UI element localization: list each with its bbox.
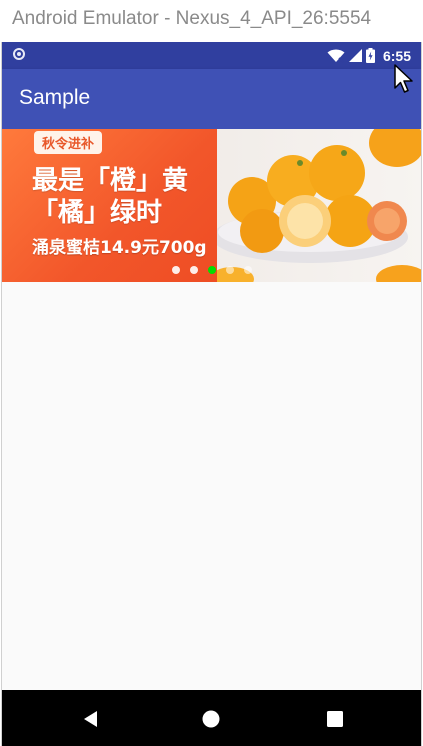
back-icon[interactable] (80, 708, 102, 730)
home-icon[interactable] (200, 708, 222, 730)
mouse-cursor-icon (394, 64, 413, 93)
oranges-bowl-image (210, 129, 421, 282)
status-bar: 6:55 (2, 42, 421, 69)
banner-headline: 最是「橙」黄「橘」绿时 (32, 166, 189, 228)
emulator-title-bar[interactable]: Android Emulator - Nexus_4_API_26:5554 (0, 0, 423, 42)
content-area (2, 282, 421, 690)
carousel-dot[interactable] (226, 266, 234, 274)
banner-price-text: 涌泉蜜桔14.9元700g (32, 238, 207, 258)
carousel-indicator (172, 266, 252, 274)
wifi-icon (327, 49, 345, 63)
system-navigation-bar (2, 690, 421, 746)
carousel-dot[interactable] (172, 266, 180, 274)
banner-product-area (202, 129, 421, 282)
emulator-window: Android Emulator - Nexus_4_API_26:5554 6… (0, 0, 423, 746)
window-title: Android Emulator - Nexus_4_API_26:5554 (12, 8, 372, 29)
recents-icon[interactable] (324, 708, 346, 730)
carousel-dot[interactable] (190, 266, 198, 274)
status-icons: 6:55 (327, 45, 411, 66)
notification-icon (13, 48, 25, 60)
device-screen: 6:55 Sample 秋令进补 最是「橙」黄「橘」绿时 涌泉蜜桔14.9元70… (1, 42, 422, 746)
battery-charging-icon (365, 48, 375, 63)
banner-tag: 秋令进补 (34, 131, 103, 154)
app-toolbar: Sample (2, 69, 421, 129)
status-time: 6:55 (382, 47, 411, 64)
app-title: Sample (19, 86, 91, 109)
carousel-dot[interactable] (244, 266, 252, 274)
banner-promo-panel: 秋令进补 最是「橙」黄「橘」绿时 涌泉蜜桔14.9元700g (2, 129, 217, 282)
carousel-dot-active[interactable] (208, 266, 216, 274)
image-carousel[interactable]: 秋令进补 最是「橙」黄「橘」绿时 涌泉蜜桔14.9元700g (2, 129, 421, 282)
signal-icon (348, 49, 362, 62)
